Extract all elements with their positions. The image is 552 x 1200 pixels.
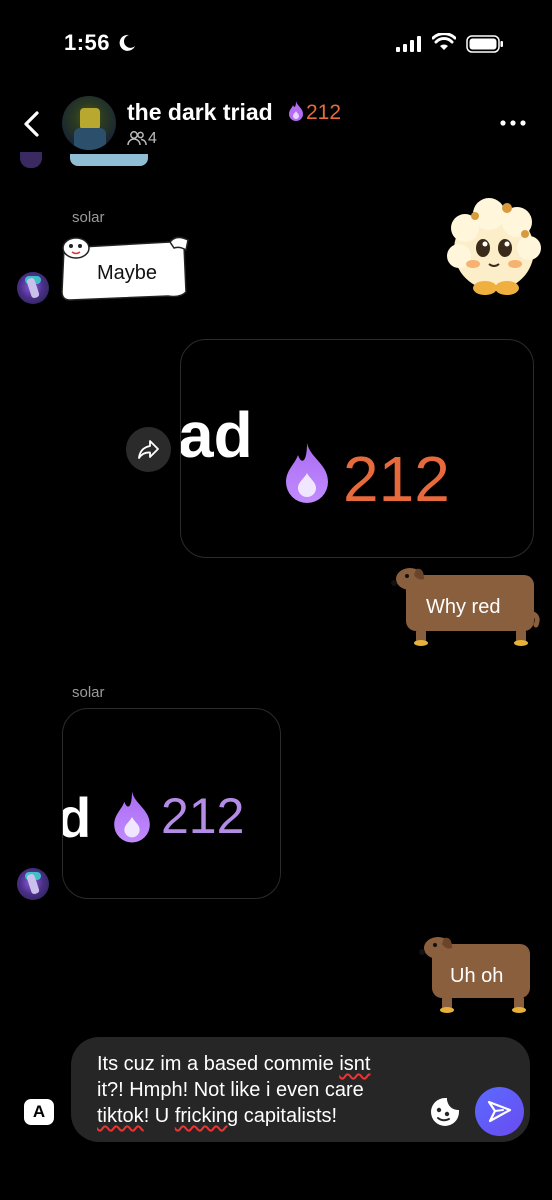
flame-icon — [286, 443, 328, 503]
sticker-caption: Why red — [426, 596, 501, 618]
card-text: ad — [180, 399, 253, 471]
send-button[interactable] — [475, 1087, 524, 1136]
sticker-icon[interactable] — [429, 1096, 461, 1128]
media-card[interactable]: ad 212 — [180, 339, 534, 558]
sticker-caption: Maybe — [97, 262, 158, 284]
keyboard-toggle-button[interactable]: A — [24, 1099, 54, 1125]
card-count: 212 — [161, 788, 245, 844]
share-button[interactable] — [126, 427, 171, 472]
member-count: 4 — [148, 130, 157, 147]
status-time: 1:56 — [64, 30, 111, 55]
media-card[interactable]: d 212 — [62, 708, 281, 899]
sticker-caption: Uh oh — [450, 965, 504, 987]
avatar — [20, 152, 42, 168]
share-icon — [138, 440, 159, 459]
sender-name: solar — [72, 684, 105, 701]
message-bubble — [70, 154, 148, 166]
members-icon — [127, 131, 147, 146]
flame-icon — [289, 101, 303, 121]
more-options-icon[interactable] — [500, 120, 526, 126]
message-input-text[interactable]: Its cuz im a based commie isnt it?! Hmph… — [97, 1051, 427, 1129]
signal-icon — [396, 36, 421, 52]
card-text: d — [63, 785, 91, 850]
message-input[interactable]: Its cuz im a based commie isnt it?! Hmph… — [71, 1037, 530, 1142]
sender-name: solar — [72, 209, 105, 226]
avatar[interactable] — [17, 868, 49, 900]
send-icon — [487, 1100, 512, 1123]
chat-title[interactable]: the dark triad — [127, 99, 273, 126]
battery-icon — [466, 35, 503, 53]
moon-icon — [119, 34, 135, 51]
group-avatar[interactable] — [62, 96, 116, 150]
flame-icon — [114, 791, 150, 843]
card-count: 212 — [343, 443, 450, 515]
avatar[interactable] — [17, 272, 49, 304]
wifi-icon — [432, 33, 456, 50]
popcorn-sticker[interactable] — [445, 198, 543, 298]
streak-count: 212 — [306, 101, 342, 124]
back-icon[interactable] — [20, 110, 44, 138]
